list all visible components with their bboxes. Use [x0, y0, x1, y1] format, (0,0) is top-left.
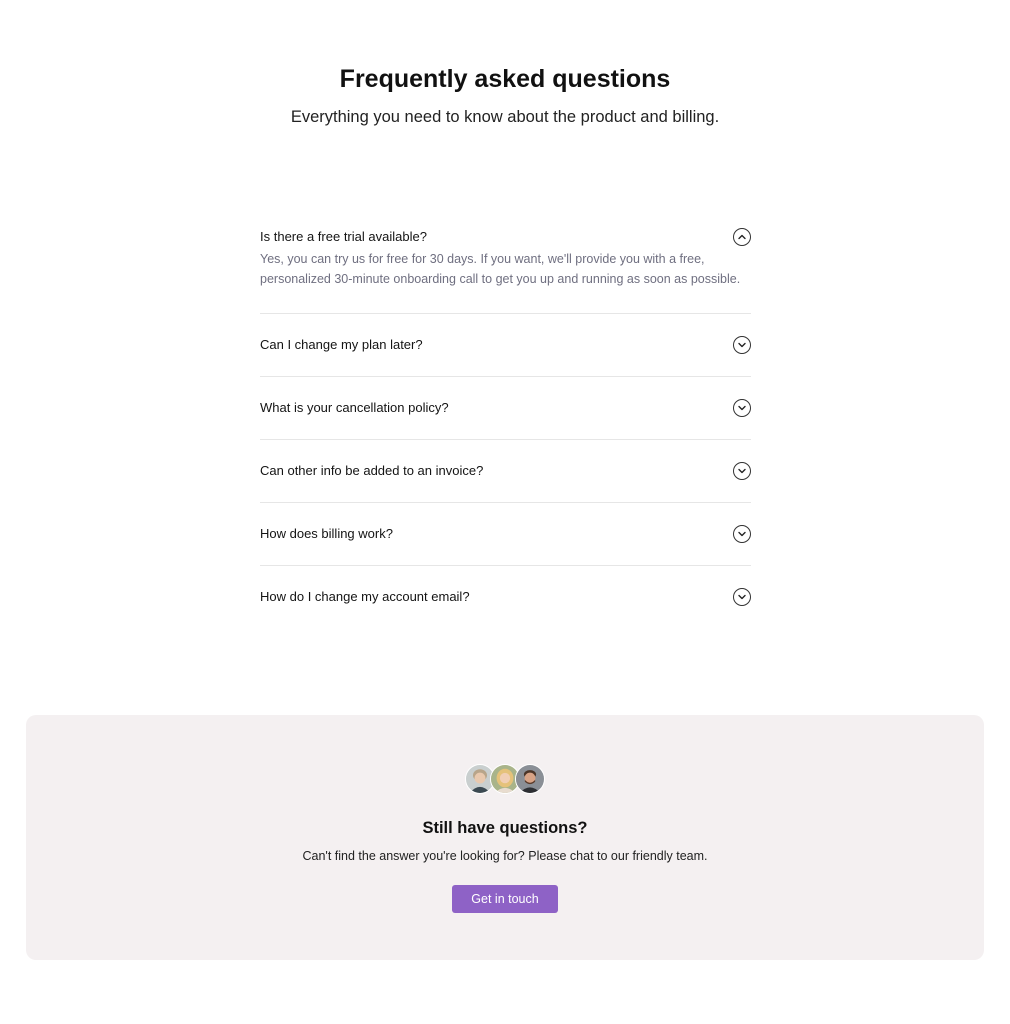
avatar-group [26, 764, 984, 796]
chevron-down-circle-icon[interactable] [733, 462, 751, 480]
faq-item[interactable]: What is your cancellation policy? [260, 377, 751, 440]
faq-list: Is there a free trial available? Yes, yo… [260, 222, 751, 628]
faq-question[interactable]: Can I change my plan later? [260, 336, 463, 354]
faq-header: Frequently asked questions Everything yo… [0, 64, 1010, 128]
cta-title: Still have questions? [422, 819, 588, 837]
chevron-down-circle-icon[interactable] [733, 588, 751, 606]
faq-item[interactable]: How does billing work? [260, 503, 751, 566]
page-subtitle: Everything you need to know about the pr… [290, 108, 720, 126]
page-title: Frequently asked questions [339, 65, 671, 93]
faq-page: Frequently asked questions Everything yo… [0, 0, 1010, 1024]
contact-cta: Still have questions? Can't find the ans… [26, 715, 984, 960]
faq-answer: Yes, you can try us for free for 30 days… [260, 252, 741, 286]
faq-question[interactable]: Can other info be added to an invoice? [260, 462, 523, 480]
faq-item[interactable]: Can I change my plan later? [260, 314, 751, 377]
faq-question[interactable]: What is your cancellation policy? [260, 399, 489, 417]
avatar [515, 764, 545, 794]
faq-item[interactable]: Is there a free trial available? Yes, yo… [260, 222, 751, 314]
get-in-touch-button[interactable]: Get in touch [452, 885, 558, 913]
chevron-down-circle-icon[interactable] [733, 336, 751, 354]
chevron-down-circle-icon[interactable] [733, 399, 751, 417]
cta-text: Can't find the answer you're looking for… [302, 849, 708, 863]
faq-item[interactable]: Can other info be added to an invoice? [260, 440, 751, 503]
chevron-up-circle-icon[interactable] [733, 228, 751, 246]
faq-question[interactable]: How do I change my account email? [260, 588, 510, 606]
faq-item[interactable]: How do I change my account email? [260, 566, 751, 628]
chevron-down-circle-icon[interactable] [733, 525, 751, 543]
faq-question[interactable]: How does billing work? [260, 525, 433, 543]
faq-question[interactable]: Is there a free trial available? [260, 228, 751, 246]
